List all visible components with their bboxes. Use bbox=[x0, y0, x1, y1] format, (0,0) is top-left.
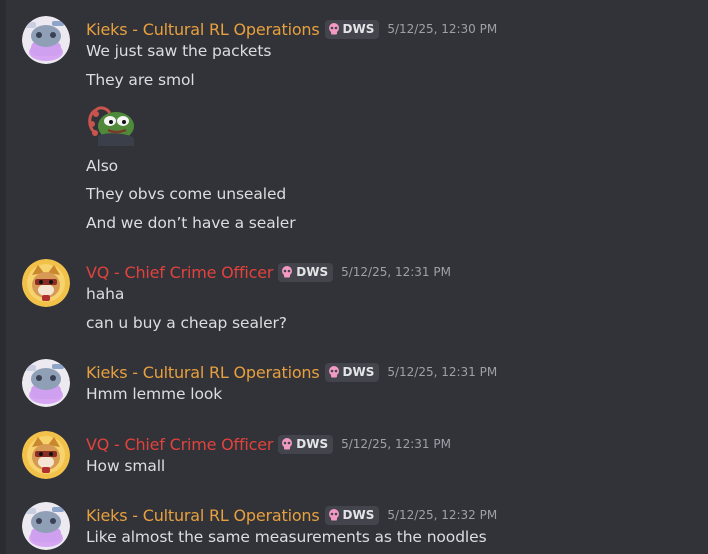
message-header: Kieks - Cultural RL Operations DWS 5/12/… bbox=[86, 504, 497, 526]
author-name[interactable]: Kieks - Cultural RL Operations bbox=[86, 506, 320, 525]
guild-tag-label: DWS bbox=[296, 437, 329, 451]
pink-skull-icon bbox=[328, 366, 339, 378]
avatar[interactable] bbox=[22, 16, 70, 64]
message-timestamp[interactable]: 5/12/25, 12:31 PM bbox=[341, 437, 451, 451]
vq-avatar-icon bbox=[22, 259, 70, 307]
guild-tag[interactable]: DWS bbox=[324, 505, 380, 525]
guild-tag-label: DWS bbox=[342, 22, 375, 36]
message-header: Kieks - Cultural RL Operations DWS 5/12/… bbox=[86, 361, 497, 383]
guild-tag-label: DWS bbox=[342, 508, 375, 522]
message-header: Kieks - Cultural RL Operations DWS 5/12/… bbox=[86, 18, 497, 40]
channel-list-edge bbox=[0, 0, 6, 554]
guild-tag-label: DWS bbox=[296, 265, 329, 279]
message-text: How small bbox=[86, 457, 166, 475]
message-text: Like almost the same measurements as the… bbox=[86, 528, 487, 546]
pink-skull-icon bbox=[328, 509, 339, 521]
message-text: can u buy a cheap sealer? bbox=[86, 314, 287, 332]
pink-skull-icon bbox=[328, 23, 339, 35]
message-text: haha bbox=[86, 285, 125, 303]
pink-skull-icon bbox=[282, 438, 293, 450]
pepe-emoji[interactable] bbox=[86, 102, 136, 146]
author-name[interactable]: Kieks - Cultural RL Operations bbox=[86, 363, 320, 382]
avatar[interactable] bbox=[22, 259, 70, 307]
guild-tag[interactable]: DWS bbox=[278, 262, 334, 282]
author-name[interactable]: VQ - Chief Crime Officer bbox=[86, 435, 273, 454]
message-header: VQ - Chief Crime Officer DWS 5/12/25, 12… bbox=[86, 433, 451, 455]
message-header: VQ - Chief Crime Officer DWS 5/12/25, 12… bbox=[86, 261, 451, 283]
message-timestamp[interactable]: 5/12/25, 12:30 PM bbox=[387, 22, 497, 36]
message-text: Also bbox=[86, 157, 119, 175]
avatar[interactable] bbox=[22, 431, 70, 479]
message-text: They obvs come unsealed bbox=[86, 185, 287, 203]
kieks-avatar-icon bbox=[22, 16, 70, 64]
author-name[interactable]: VQ - Chief Crime Officer bbox=[86, 263, 273, 282]
avatar[interactable] bbox=[22, 502, 70, 550]
message-timestamp[interactable]: 5/12/25, 12:32 PM bbox=[387, 508, 497, 522]
guild-tag[interactable]: DWS bbox=[278, 434, 334, 454]
chat-message-list: Kieks - Cultural RL Operations DWS 5/12/… bbox=[0, 0, 708, 554]
pepe-emoji-icon bbox=[88, 106, 134, 146]
kieks-avatar-icon bbox=[22, 502, 70, 550]
guild-tag[interactable]: DWS bbox=[324, 362, 380, 382]
vq-avatar-icon bbox=[22, 431, 70, 479]
avatar[interactable] bbox=[22, 359, 70, 407]
guild-tag[interactable]: DWS bbox=[324, 19, 380, 39]
message-text: Hmm lemme look bbox=[86, 385, 223, 403]
pink-skull-icon bbox=[282, 266, 293, 278]
message-timestamp[interactable]: 5/12/25, 12:31 PM bbox=[341, 265, 451, 279]
message-text: They are smol bbox=[86, 71, 195, 89]
kieks-avatar-icon bbox=[22, 359, 70, 407]
message-text: We just saw the packets bbox=[86, 42, 272, 60]
message-timestamp[interactable]: 5/12/25, 12:31 PM bbox=[387, 365, 497, 379]
guild-tag-label: DWS bbox=[342, 365, 375, 379]
message-text: And we don’t have a sealer bbox=[86, 214, 296, 232]
author-name[interactable]: Kieks - Cultural RL Operations bbox=[86, 20, 320, 39]
